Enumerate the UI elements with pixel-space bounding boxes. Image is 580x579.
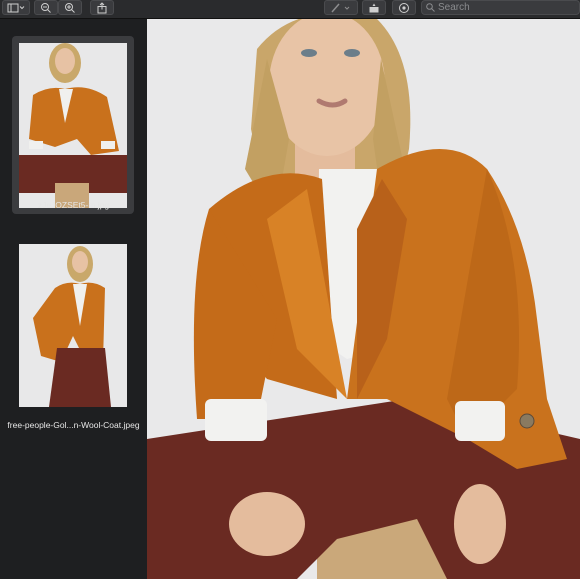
rotate-icon [369, 3, 379, 12]
rotate-button[interactable] [362, 0, 386, 15]
sidebar-toggle-button[interactable] [2, 0, 30, 15]
coat-button [519, 413, 535, 429]
thumbnail-1-filename: zJeJOZSEt5-m.jpg [37, 200, 110, 210]
search-icon [426, 3, 435, 12]
zoom-in-icon [65, 2, 75, 13]
markup-button[interactable] [324, 0, 358, 15]
markup-circle-icon [399, 2, 409, 13]
zoom-out-button[interactable] [34, 0, 58, 15]
thumbnail-1[interactable] [19, 43, 127, 208]
thumbnail-2-image [19, 244, 127, 407]
sidebar-icon [7, 3, 25, 12]
search-placeholder: Search [438, 2, 470, 13]
image-viewer [147, 19, 580, 579]
zoom-in-button[interactable] [58, 0, 82, 15]
toolbar: Search [0, 0, 580, 19]
thumbnail-1-image [19, 43, 127, 208]
share-button[interactable] [90, 0, 114, 15]
share-icon [97, 2, 107, 13]
pen-icon [331, 3, 350, 12]
zoom-out-icon [41, 2, 51, 13]
search-input[interactable]: Search [421, 0, 580, 15]
thumbnail-sidebar: zJeJOZSEt5-m.jpg free-people-Gol...n-Woo… [0, 19, 147, 579]
annotate-button[interactable] [392, 0, 416, 15]
main-image [147, 19, 580, 579]
thumbnail-2-filename: free-people-Gol...n-Wool-Coat.jpeg [7, 420, 140, 430]
thumbnail-2[interactable] [19, 244, 127, 407]
